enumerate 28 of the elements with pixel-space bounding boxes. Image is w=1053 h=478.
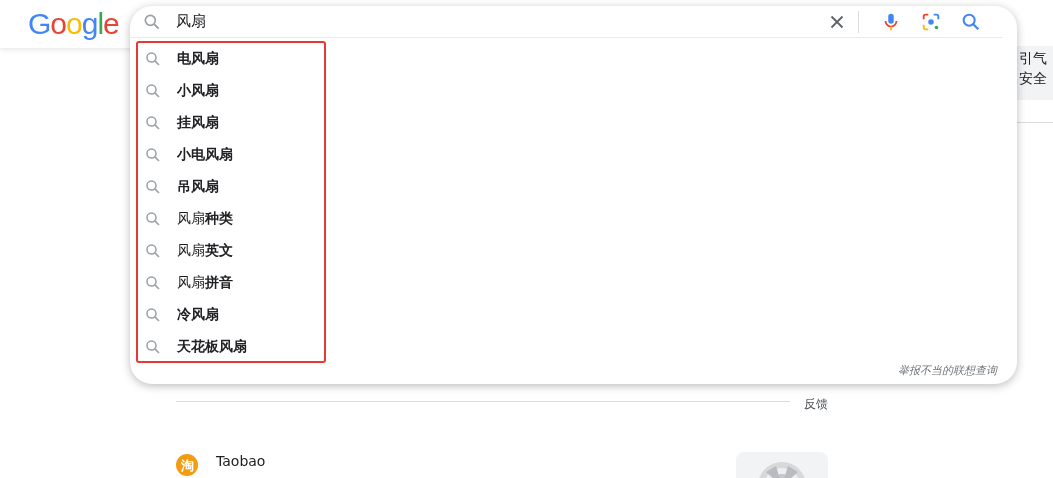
site-icon: 淘 — [176, 454, 198, 476]
search-field[interactable]: 风扇 — [176, 12, 826, 31]
search-icon — [144, 306, 162, 324]
google-logo[interactable]: Google — [28, 9, 119, 39]
search-icon — [144, 114, 162, 132]
search-icon — [144, 338, 162, 356]
search-icon — [144, 242, 162, 260]
site-name[interactable]: Taobao — [216, 453, 266, 469]
suggestion-item[interactable]: 天花板风扇 — [144, 331, 1017, 363]
suggestion-item[interactable]: 电风扇 — [144, 43, 1017, 75]
report-link[interactable]: 举报不当的联想查询 — [898, 363, 997, 378]
suggestion-item[interactable]: 小风扇 — [144, 75, 1017, 107]
search-icon — [144, 82, 162, 100]
suggestion-item[interactable]: 挂风扇 — [144, 107, 1017, 139]
suggestion-item[interactable]: 冷风扇 — [144, 299, 1017, 331]
suggestion-item[interactable]: 吊风扇 — [144, 171, 1017, 203]
suggestion-item[interactable]: 小电风扇 — [144, 139, 1017, 171]
search-icon — [144, 274, 162, 292]
feedback-link[interactable]: 反馈 — [804, 396, 828, 413]
suggestion-item[interactable]: 风扇拼音 — [144, 267, 1017, 299]
search-icon — [144, 178, 162, 196]
suggestion-item[interactable]: 风扇英文 — [144, 235, 1017, 267]
search-icon — [144, 50, 162, 68]
search-icon — [144, 146, 162, 164]
panel-text: 引气 — [1019, 49, 1048, 68]
search-icon — [144, 210, 162, 228]
suggestion-item[interactable]: 风扇种类 — [144, 203, 1017, 235]
panel-text: 安全 — [1019, 69, 1048, 88]
